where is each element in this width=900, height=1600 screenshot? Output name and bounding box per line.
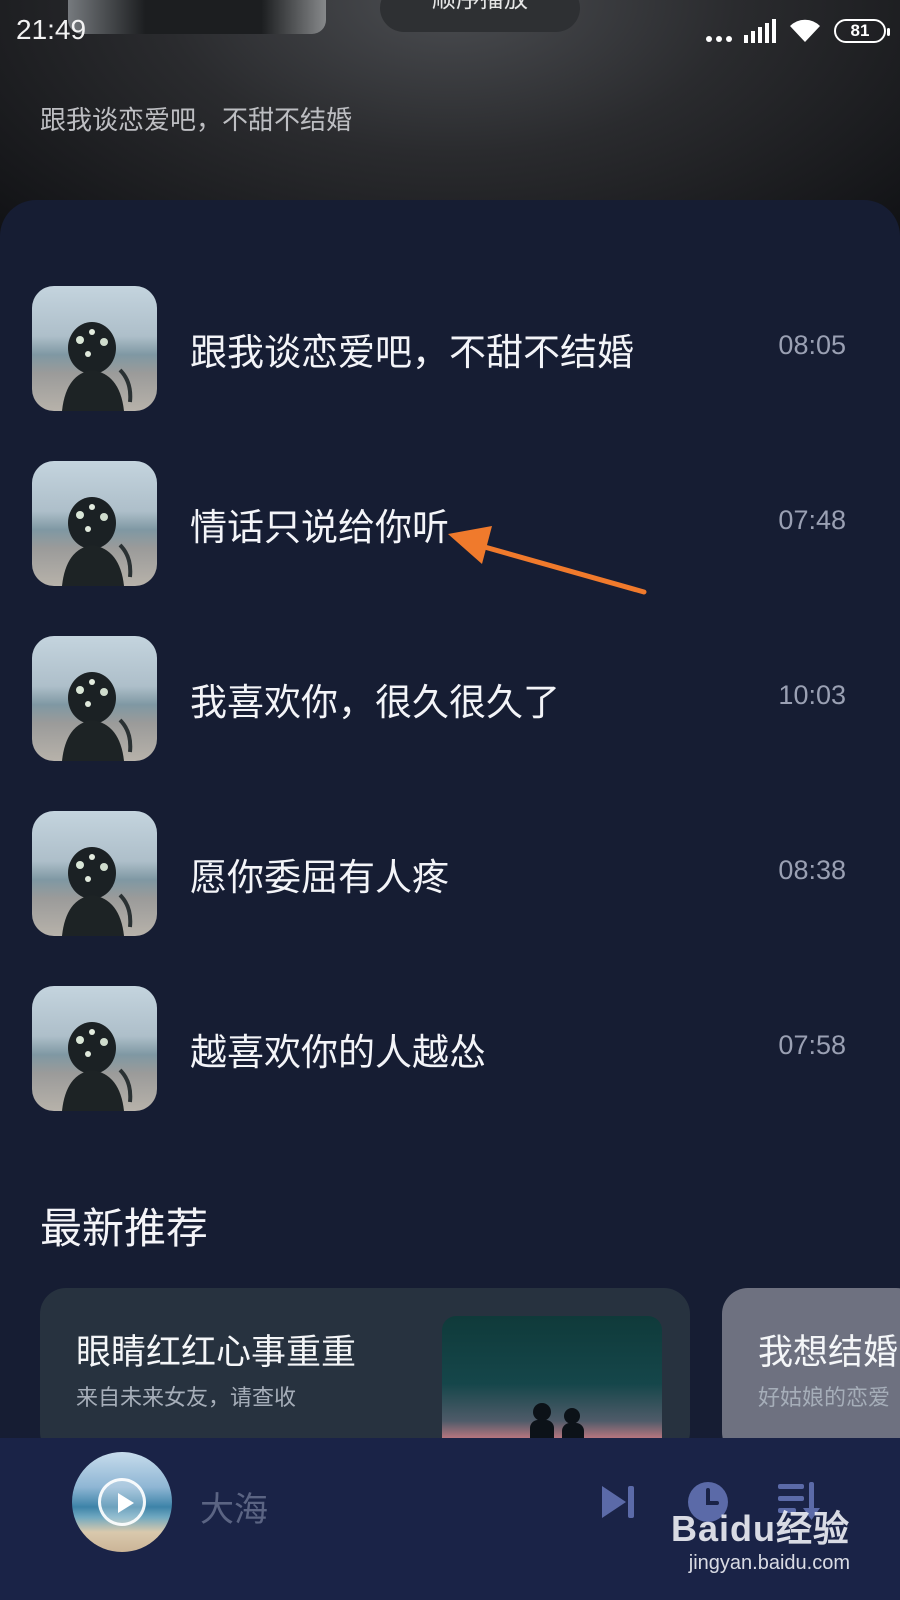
track-title: 情话只说给你听 bbox=[190, 506, 449, 549]
battery-indicator: 81 bbox=[834, 19, 890, 43]
track-row[interactable]: 跟我谈恋爱吧，不甜不结婚 08:05 bbox=[0, 282, 900, 412]
wifi-icon bbox=[790, 19, 820, 42]
header-subtitle: 跟我谈恋爱吧，不甜不结婚 bbox=[40, 106, 353, 136]
track-cover bbox=[32, 286, 157, 411]
track-duration: 08:05 bbox=[778, 330, 846, 360]
signal-icon bbox=[744, 19, 776, 43]
track-title: 愿你委屈有人疼 bbox=[190, 856, 449, 899]
header-cover-thumbnail bbox=[68, 0, 326, 34]
recommend-card-title: 眼睛红红心事重重 bbox=[76, 1333, 357, 1373]
now-playing-cover[interactable] bbox=[72, 1452, 172, 1552]
track-cover bbox=[32, 636, 157, 761]
track-cover bbox=[32, 986, 157, 1111]
track-row[interactable]: 愿你委屈有人疼 08:38 bbox=[0, 807, 900, 937]
recommend-card[interactable]: 我想结婚 好姑娘的恋爱 bbox=[722, 1288, 900, 1458]
recommend-card-subtitle: 好姑娘的恋爱 bbox=[758, 1386, 891, 1411]
annotation-arrow-icon bbox=[448, 526, 647, 595]
track-row[interactable]: 越喜欢你的人越怂 07:58 bbox=[0, 982, 900, 1112]
track-duration: 07:48 bbox=[778, 505, 846, 535]
status-time: 21:49 bbox=[16, 14, 87, 45]
track-cover bbox=[32, 811, 157, 936]
play-mode-button[interactable]: 顺序播放 bbox=[380, 0, 580, 32]
recommend-card[interactable]: 眼睛红红心事重重 来自未来女友，请查收 bbox=[40, 1288, 690, 1458]
watermark-logo: Baidu经验 bbox=[670, 1508, 850, 1549]
recommend-card-image bbox=[442, 1316, 662, 1458]
more-dots-icon bbox=[706, 20, 732, 42]
track-cover bbox=[32, 461, 157, 586]
next-track-icon[interactable] bbox=[598, 1482, 638, 1522]
track-row[interactable]: 我喜欢你，很久很久了 10:03 bbox=[0, 632, 900, 762]
track-title: 跟我谈恋爱吧，不甜不结婚 bbox=[190, 331, 634, 374]
watermark-url: jingyan.baidu.com bbox=[688, 1552, 850, 1574]
track-duration: 07:58 bbox=[778, 1030, 846, 1060]
track-title: 我喜欢你，很久很久了 bbox=[190, 681, 560, 724]
now-playing-title: 大海 bbox=[200, 1490, 268, 1530]
play-icon[interactable] bbox=[98, 1478, 146, 1526]
baidu-watermark: Baidu经验 jingyan.baidu.com bbox=[671, 1500, 850, 1575]
recommend-card-subtitle: 来自未来女友，请查收 bbox=[76, 1386, 297, 1411]
track-duration: 08:38 bbox=[778, 855, 846, 885]
section-heading-recommend: 最新推荐 bbox=[40, 1204, 209, 1253]
recommend-card-title: 我想结婚 bbox=[758, 1333, 899, 1373]
track-title: 越喜欢你的人越怂 bbox=[190, 1031, 486, 1074]
track-duration: 10:03 bbox=[778, 680, 846, 710]
status-icons: 81 bbox=[706, 16, 890, 46]
